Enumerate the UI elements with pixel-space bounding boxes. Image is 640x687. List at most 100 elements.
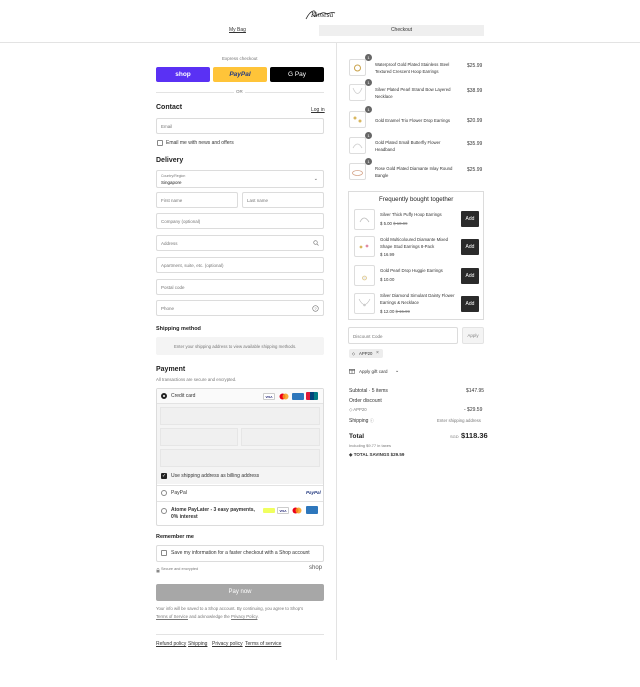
fbt-old-price: $ 15.99 (395, 309, 410, 314)
company-field[interactable]: Company (optional) (156, 213, 324, 229)
brand-logo[interactable]: Kimesa (303, 7, 337, 21)
expiry-field[interactable] (160, 428, 238, 446)
mastercard-icon (278, 393, 290, 400)
fbt-product-price: $ 10.00 (380, 277, 395, 282)
savings-value: $29.59 (390, 452, 405, 457)
first-name-placeholder: First name (161, 198, 183, 203)
apartment-field[interactable]: Apartment, suite, etc. (optional) (156, 257, 324, 273)
visa-icon: VISA (263, 393, 275, 400)
svg-text:Kimesa: Kimesa (310, 12, 334, 19)
address-field[interactable]: Address (156, 235, 324, 251)
discount-tag: ◇ APP20 × (349, 349, 383, 358)
billing-same-checkbox[interactable]: ✓ (161, 473, 167, 479)
apply-gift-card-toggle[interactable]: Apply gift card (359, 369, 388, 374)
postal-code-placeholder: Postal code (161, 285, 185, 290)
paypal-button[interactable]: PayPal (213, 67, 267, 82)
atome-option-label: Atome PayLater - 3 easy payments, 0% int… (171, 507, 255, 520)
contact-heading: Contact (156, 104, 183, 111)
product-price: $25.99 (467, 63, 483, 69)
add-button[interactable]: Add (461, 268, 479, 284)
discount-tag-code: APP20 (359, 351, 373, 356)
subtotal-value: $147.95 (466, 388, 485, 394)
express-checkout-label: Express checkout (222, 56, 258, 61)
country-select[interactable]: Country/Region Singapore ⌄ (156, 170, 324, 188)
footer-refund-policy[interactable]: Refund policy (156, 641, 186, 647)
divider (157, 485, 323, 486)
shipping-label: Shipping ⓘ (349, 418, 374, 424)
remember-me-heading: Remember me (156, 534, 194, 540)
shop-logo: shop (309, 565, 323, 571)
email-placeholder: Email (161, 124, 173, 129)
product-thumb (354, 236, 375, 257)
fbt-product-price: $ 16.99 (380, 252, 395, 257)
total-label: Total (349, 433, 365, 440)
frequently-bought-heading: Frequently bought together (379, 196, 454, 203)
name-on-card-field[interactable] (160, 449, 320, 467)
discount-code-text: APP20 (353, 407, 367, 412)
remember-me-checkbox[interactable] (161, 550, 167, 556)
total-value: $118.36 (461, 431, 488, 440)
shipping-value: Enter shipping address (437, 418, 481, 423)
quantity-badge: 1 (365, 132, 372, 139)
discount-code-field[interactable]: Discount Code (348, 327, 458, 344)
news-label: Email me with news and offers (166, 140, 234, 146)
payment-subtitle: All transactions are secure and encrypte… (156, 377, 237, 382)
email-field[interactable]: Email (156, 118, 324, 134)
add-button[interactable]: Add (461, 296, 479, 312)
fbt-product-name: Silver Diamond Simulant Dainty Flower Ea… (380, 293, 455, 305)
country-value: Singapore (161, 180, 182, 185)
footer-divider (156, 634, 324, 635)
product-thumb (349, 111, 366, 128)
apply-discount-button[interactable]: Apply (462, 327, 484, 344)
login-link[interactable]: Log in (311, 107, 325, 113)
add-button[interactable]: Add (461, 211, 479, 227)
atome-radio[interactable] (161, 508, 167, 514)
paypal-logo: PayPal (306, 490, 321, 495)
tag-icon: ◇ (352, 351, 356, 356)
terms-link[interactable]: Terms of Service (156, 614, 188, 619)
fbt-old-price: $ 10.99 (393, 221, 408, 226)
quantity-badge: 1 (365, 54, 372, 61)
fbt-product-name: Gold Multicoloured Diamante Mixed Shape … (380, 237, 449, 249)
postal-code-field[interactable]: Postal code (156, 279, 324, 295)
secure-text: Secure and encrypted (161, 567, 199, 571)
savings-tag-icon: ◈ (349, 452, 353, 457)
product-price: $20.99 (467, 118, 483, 124)
last-name-field[interactable]: Last name (242, 192, 324, 208)
footer-shipping[interactable]: Shipping (188, 641, 207, 647)
card-number-field[interactable] (160, 407, 320, 425)
tab-my-bag[interactable]: My Bag (229, 27, 246, 33)
shop-pay-button[interactable]: shop (156, 67, 210, 82)
address-placeholder: Address (161, 241, 178, 246)
visa-icon: VISA (277, 507, 289, 514)
footer-privacy-policy[interactable]: Privacy policy (212, 641, 243, 647)
tab-checkout[interactable]: Checkout (319, 25, 484, 36)
close-icon[interactable]: × (376, 350, 379, 356)
quantity-badge: 1 (365, 79, 372, 86)
taxes-note: Including $9.77 in taxes (349, 443, 392, 448)
quantity-badge: 1 (365, 106, 372, 113)
info-icon[interactable]: ⓘ (370, 418, 374, 423)
discount-placeholder: Discount Code (353, 334, 383, 339)
company-placeholder: Company (optional) (161, 219, 201, 224)
help-icon[interactable]: ? (312, 305, 319, 314)
paypal-radio[interactable] (161, 490, 167, 496)
footer-terms-of-service[interactable]: Terms of service (245, 641, 281, 647)
fbt-product-name: Gold Pearl Drop Huggie Earrings (380, 268, 443, 273)
add-button[interactable]: Add (461, 239, 479, 255)
billing-same-label: Use shipping address as billing address (171, 473, 260, 479)
legal-line-2: Terms of Service and acknowledge the Pri… (156, 614, 259, 619)
product-thumb (354, 209, 375, 230)
credit-card-radio[interactable] (161, 393, 167, 399)
pay-now-button[interactable]: Pay now (156, 584, 324, 601)
product-name: Rose Gold Plated Diamante Inlay Round Ba… (375, 166, 453, 178)
google-pay-button[interactable]: G Pay (270, 67, 324, 82)
privacy-link[interactable]: Privacy Policy (231, 614, 257, 619)
news-checkbox[interactable] (157, 140, 163, 146)
security-code-field[interactable] (241, 428, 320, 446)
chevron-down-icon[interactable]: ⌄ (395, 368, 399, 374)
phone-field[interactable]: Phone ? (156, 300, 324, 316)
first-name-field[interactable]: First name (156, 192, 238, 208)
search-icon (313, 240, 319, 248)
fbt-product-name: Silver Thick Puffy Hoop Earrings (380, 212, 442, 217)
